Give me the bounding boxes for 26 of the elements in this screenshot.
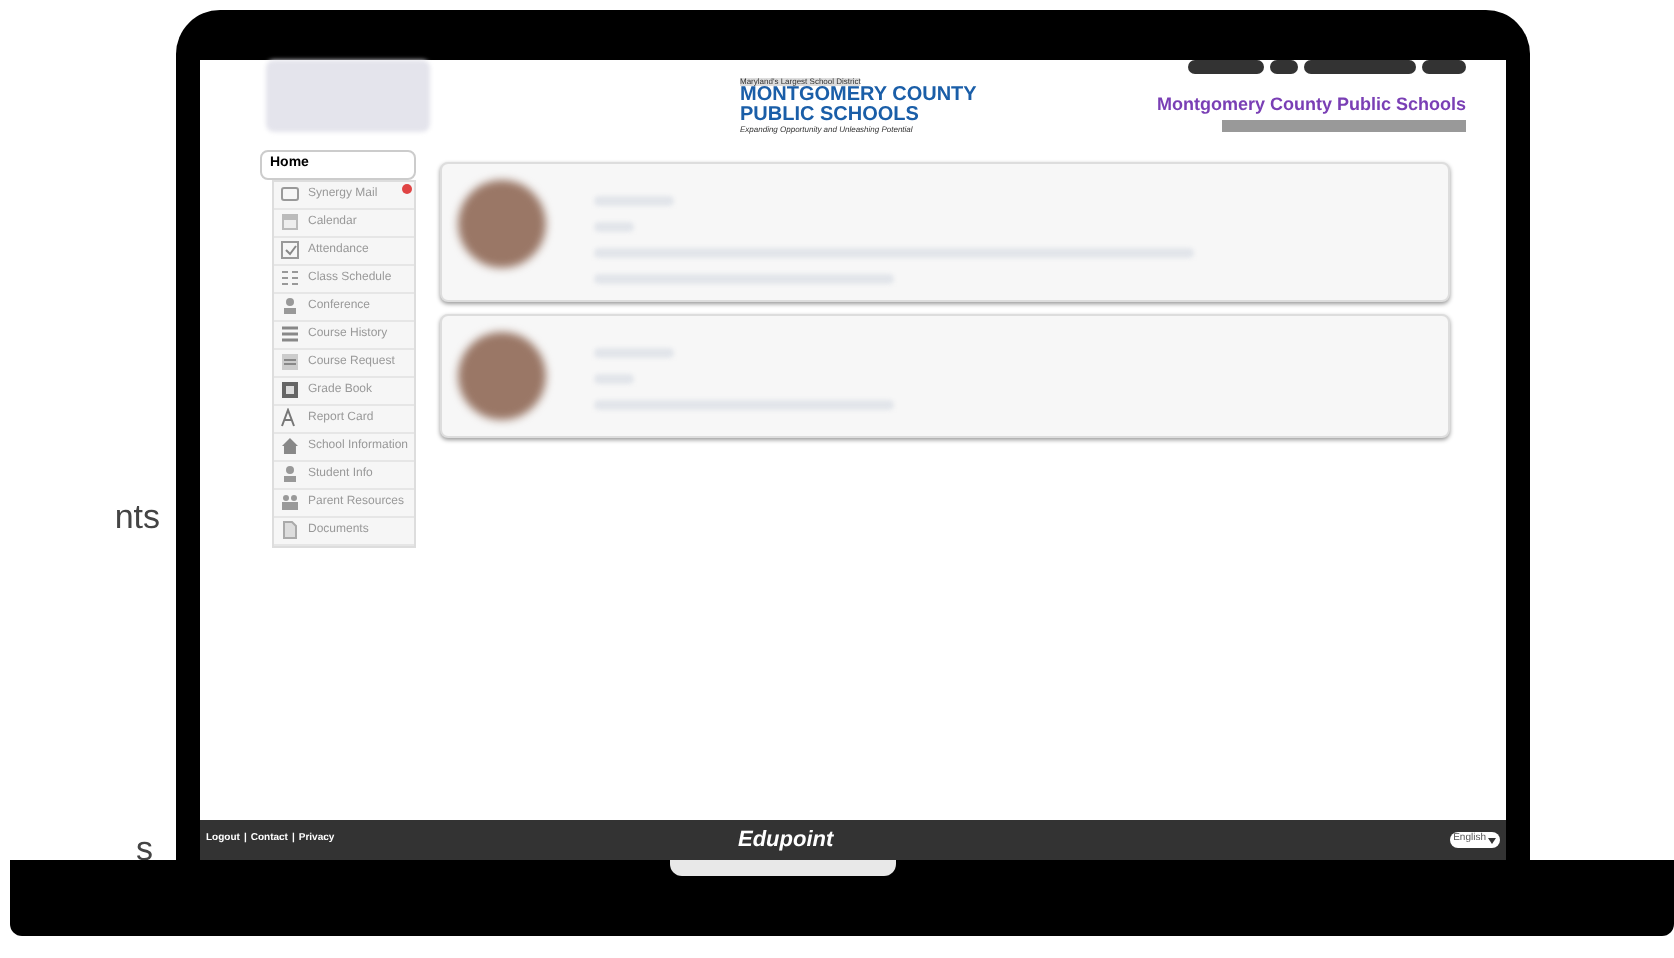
avatar-placeholder bbox=[458, 180, 546, 268]
header-button[interactable] bbox=[1270, 60, 1298, 74]
checkmark-icon bbox=[280, 240, 300, 260]
schoolhouse-icon bbox=[280, 436, 300, 456]
list-icon bbox=[280, 324, 300, 344]
person-icon bbox=[280, 464, 300, 484]
page-text-fragment: s bbox=[134, 827, 153, 871]
header-button[interactable] bbox=[1422, 60, 1466, 74]
letter-grade-icon bbox=[280, 408, 300, 428]
people-icon bbox=[280, 492, 300, 512]
logo-text: PUBLIC SCHOOLS bbox=[740, 106, 921, 126]
site-title: Montgomery County Public Schools bbox=[1156, 92, 1466, 118]
logo-text: MONTGOMERY COUNTY bbox=[740, 86, 977, 106]
mail-icon bbox=[280, 184, 300, 204]
header-button[interactable] bbox=[1188, 60, 1264, 74]
schedule-icon bbox=[280, 268, 300, 288]
person-icon bbox=[280, 296, 300, 316]
caret-icon bbox=[1488, 837, 1496, 843]
list-icon bbox=[280, 352, 300, 372]
calendar-icon bbox=[280, 212, 300, 232]
header-button[interactable] bbox=[1304, 60, 1416, 74]
document-icon bbox=[280, 520, 300, 540]
page-text-fragment: nts bbox=[114, 496, 160, 540]
edupoint-logo: Edupoint bbox=[738, 825, 834, 856]
avatar-placeholder bbox=[458, 332, 546, 420]
book-icon bbox=[280, 380, 300, 400]
